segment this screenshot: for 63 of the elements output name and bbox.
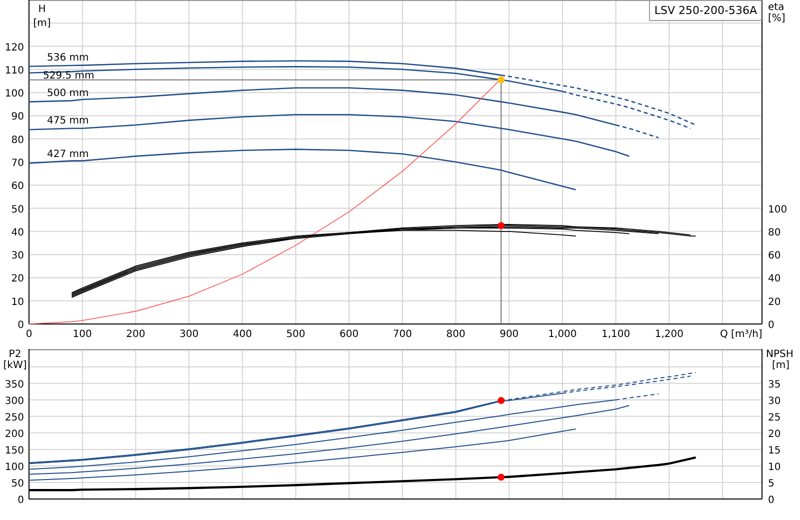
axis-tick-label: 700 (392, 329, 412, 340)
axis-tick-label: 0 (18, 495, 24, 506)
axis-tick-label: 100 (4, 88, 24, 100)
axis-tick-label: 200 (126, 329, 146, 340)
axis-tick-label: 300 (180, 329, 199, 340)
axis-tick-label: 5 (768, 478, 774, 490)
axis-tick-label: 350 (4, 379, 24, 390)
axis-tick-label: 40 (768, 274, 781, 285)
axis-tick-label: 200 (4, 428, 24, 440)
axis-title: Q [m³/h] (720, 329, 762, 340)
axis-tick-label: 60 (11, 181, 24, 192)
axis-tick-label: 100 (4, 462, 24, 473)
axis-tick-label: 120 (4, 42, 24, 54)
axis-tick-label: 250 (4, 412, 24, 424)
curve-label: 529.5 mm (43, 70, 94, 82)
axis-tick-label: 25 (768, 412, 781, 424)
axis-tick-label: 15 (768, 445, 781, 456)
axis-tick-label: 1,100 (602, 329, 630, 340)
axis-tick-label: 60 (768, 250, 781, 262)
axis-tick-label: 20 (11, 274, 24, 285)
axis-tick-label: 1,200 (654, 329, 684, 340)
axis-tick-label: 300 (4, 396, 24, 407)
axis-tick-label: 100 (72, 329, 92, 340)
axis-tick-label: 0 (26, 329, 32, 340)
axis-tick-label: 70 (11, 158, 24, 169)
axis-title: eta (768, 2, 784, 13)
axis-tick-label: 35 (768, 379, 781, 390)
curve-label: 536 mm (47, 52, 89, 64)
axis-tick-label: 1,000 (548, 329, 577, 340)
axis-tick-label: 150 (4, 445, 24, 456)
axis-tick-label: 400 (232, 329, 252, 340)
axis-tick-label: 800 (446, 329, 466, 340)
axis-tick-label: 30 (768, 396, 781, 407)
axis-tick-label: 0 (768, 495, 774, 506)
axis-tick-label: 80 (11, 134, 24, 146)
axis-tick-label: 30 (11, 250, 24, 262)
axis-unit: [m] (772, 360, 790, 371)
axis-tick-label: 80 (768, 227, 781, 238)
axis-title: H (38, 4, 46, 15)
axis-tick-label: 40 (11, 227, 24, 238)
curve-label: 475 mm (47, 116, 89, 127)
axis-tick-label: 50 (11, 478, 24, 490)
axis-tick-label: 90 (11, 112, 24, 123)
axis-tick-label: 0 (18, 320, 24, 331)
axis-tick-label: 110 (4, 65, 24, 76)
axis-unit: [%] (768, 13, 786, 24)
curve-label: 500 mm (47, 88, 89, 99)
axis-tick-label: 10 (768, 462, 781, 473)
axis-tick-label: 0 (768, 320, 774, 331)
axis-unit: [kW] (3, 360, 27, 371)
axis-tick-label: 20 (768, 296, 781, 308)
axis-tick-label: 20 (768, 428, 781, 440)
legend-box: LSV 250-200-536A (649, 0, 762, 21)
axis-title: P2 (8, 349, 22, 360)
axis-unit: [m] (33, 18, 51, 29)
axis-tick-label: 500 (286, 329, 306, 340)
axis-tick-label: 900 (500, 329, 519, 340)
axis-tick-label: 100 (768, 204, 788, 216)
axis-tick-label: 50 (11, 204, 24, 216)
axis-title: NPSH (766, 349, 794, 360)
curve-label: 427 mm (47, 149, 89, 160)
axis-tick-label: 10 (11, 296, 24, 308)
axis-tick-label: 600 (340, 329, 359, 340)
